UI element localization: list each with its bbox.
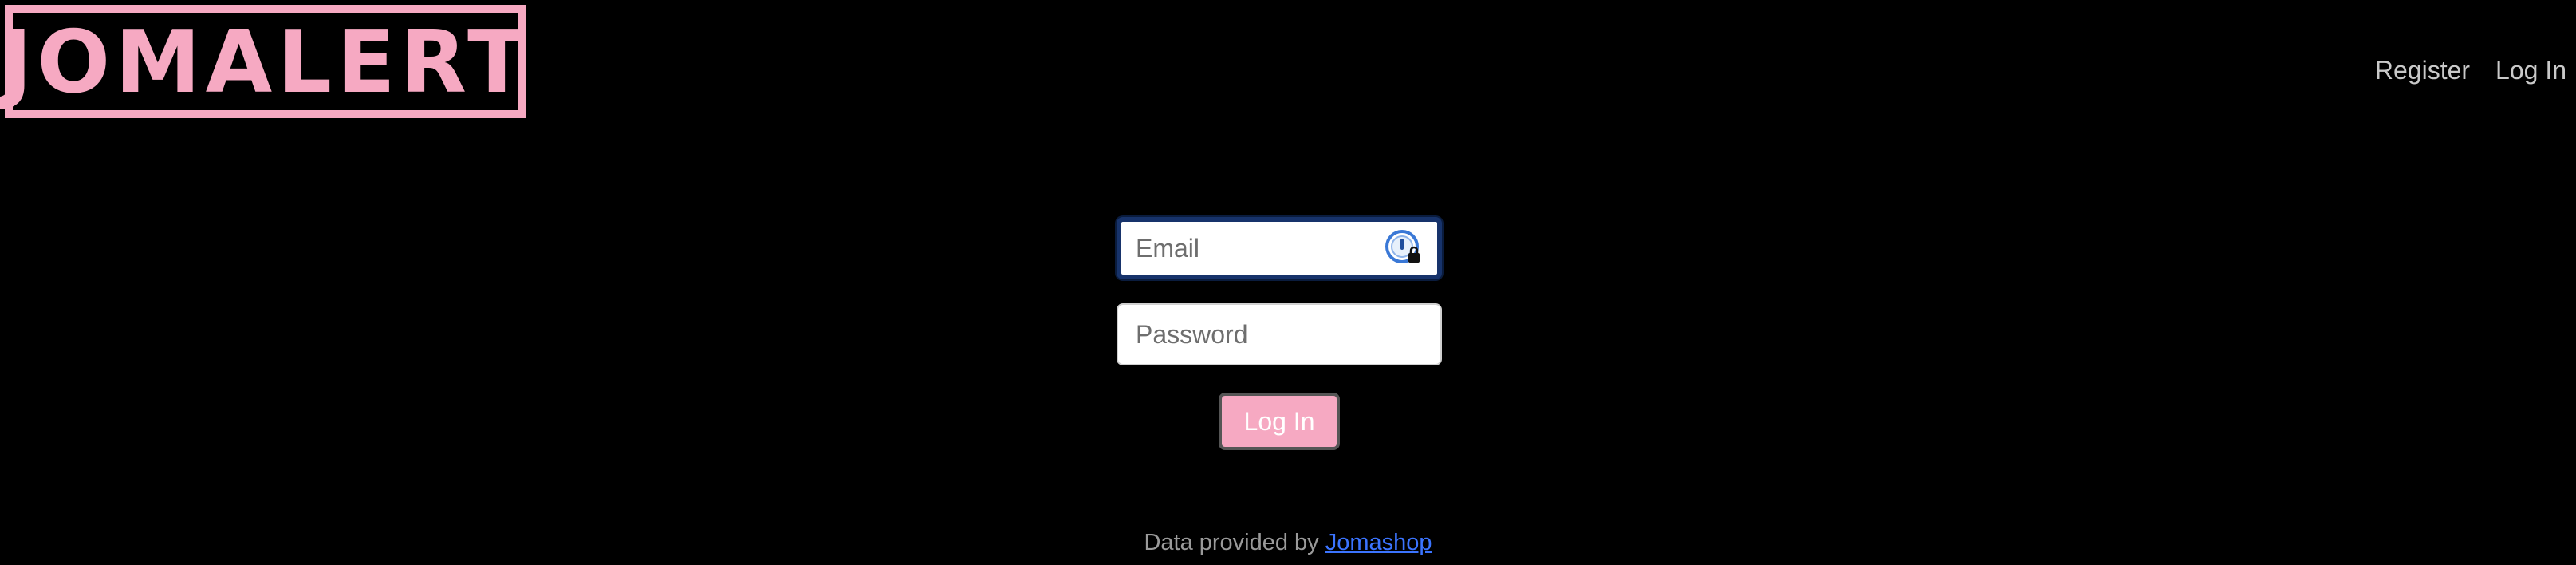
jomashop-link[interactable]: Jomashop	[1325, 530, 1432, 555]
nav-register-link[interactable]: Register	[2375, 56, 2470, 85]
password-manager-lock-icon[interactable]	[1385, 229, 1423, 267]
nav-login-link[interactable]: Log In	[2495, 56, 2566, 85]
password-field-wrapper	[1117, 303, 1442, 365]
site-logo[interactable]: JOMALERT	[0, 5, 526, 118]
email-field-wrapper	[1117, 217, 1442, 279]
top-nav: Register Log In	[2375, 56, 2566, 85]
footer-prefix: Data provided by	[1144, 530, 1325, 555]
submit-row: Log In	[1117, 393, 1442, 450]
password-input[interactable]	[1118, 305, 1440, 364]
footer: Data provided by Jomashop	[0, 530, 2576, 556]
login-page: JOMALERT Register Log In Log In	[0, 0, 2576, 565]
logo-text: JOMALERT	[0, 13, 531, 113]
login-button[interactable]: Log In	[1219, 393, 1340, 450]
login-form: Log In	[1117, 217, 1442, 450]
